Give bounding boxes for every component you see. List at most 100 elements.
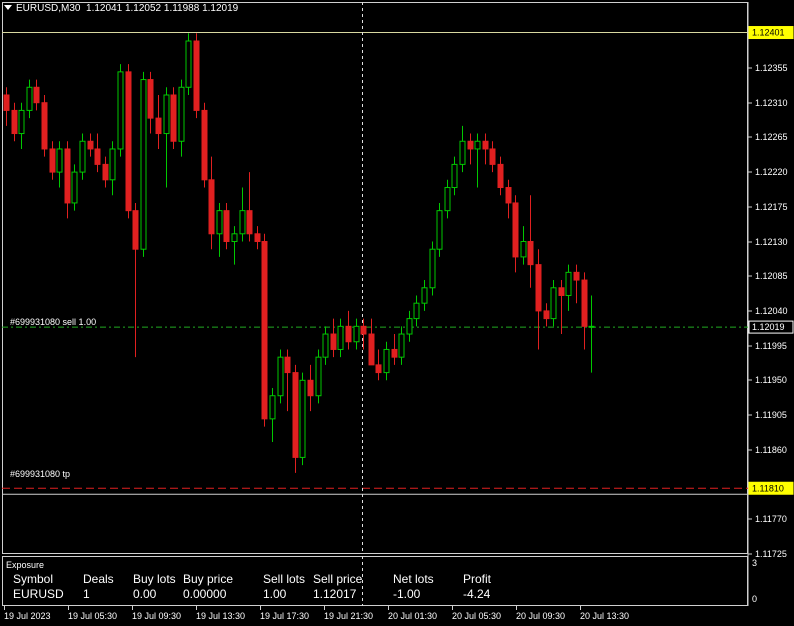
candle-body[interactable] [178, 86, 185, 142]
candle-body[interactable] [467, 140, 474, 150]
candle-body[interactable] [474, 140, 481, 150]
candle-body[interactable] [33, 86, 40, 104]
candle-body[interactable] [71, 171, 78, 204]
header-net-lots: Net lots [393, 572, 434, 586]
candle-body[interactable] [345, 325, 352, 343]
candle-body[interactable] [79, 140, 86, 173]
candle-body[interactable] [436, 210, 443, 250]
candle-body[interactable] [56, 148, 63, 173]
time-tick-label: 19 Jul 17:30 [260, 611, 309, 621]
candle-body[interactable] [391, 348, 398, 358]
candle-body[interactable] [147, 79, 154, 119]
candle-body[interactable] [505, 187, 512, 204]
candle-body[interactable] [3, 94, 10, 111]
candle-body[interactable] [284, 356, 291, 374]
candle-body[interactable] [444, 187, 451, 212]
candle-body[interactable] [558, 287, 565, 296]
candle-body[interactable] [231, 233, 238, 243]
candle-body[interactable] [520, 241, 527, 258]
time-tick-label: 19 Jul 21:30 [324, 611, 373, 621]
candle-body[interactable] [155, 117, 162, 135]
candle-body[interactable] [246, 210, 253, 235]
candle-body[interactable] [193, 40, 200, 111]
candle-body[interactable] [163, 94, 170, 135]
chart-menu-icon[interactable] [4, 5, 12, 10]
candle-body[interactable] [26, 86, 33, 111]
candle-body[interactable] [406, 318, 413, 335]
candle-body[interactable] [64, 148, 71, 204]
price-tick-label: 1.12085 [755, 271, 788, 281]
tp-order-label: #699931080 tp [10, 469, 71, 479]
candle-body[interactable] [208, 179, 215, 235]
candle-body[interactable] [375, 364, 382, 374]
candle-body[interactable] [117, 71, 124, 150]
price-tick-label: 1.11950 [755, 375, 787, 385]
candle-body[interactable] [429, 248, 436, 289]
price-tick-label: 1.11725 [755, 549, 787, 559]
cell-symbol: EURUSD [13, 587, 64, 601]
candle-body[interactable] [535, 264, 542, 312]
time-tick-label: 20 Jul 09:30 [516, 611, 565, 621]
candle-body[interactable] [588, 325, 595, 328]
candle-body[interactable] [277, 356, 284, 397]
chart-frame [2, 2, 748, 554]
price-tick-label: 1.11770 [755, 514, 787, 524]
candle-body[interactable] [254, 233, 261, 243]
candle-body[interactable] [383, 348, 390, 374]
candle-body[interactable] [581, 279, 588, 327]
candle-body[interactable] [140, 79, 147, 250]
candle-body[interactable] [451, 163, 458, 189]
candle-body[interactable] [307, 379, 314, 397]
candle-body[interactable] [170, 94, 177, 142]
candle-body[interactable] [527, 241, 534, 266]
candle-body[interactable] [201, 109, 208, 181]
candle-body[interactable] [550, 287, 557, 320]
candle-body[interactable] [421, 287, 428, 304]
candle-body[interactable] [512, 202, 519, 258]
price-tick-label: 1.11995 [755, 341, 787, 351]
candle-body[interactable] [459, 140, 466, 165]
candle-body[interactable] [94, 148, 101, 165]
price-tick-label: 1.12355 [755, 63, 788, 73]
candle-body[interactable] [49, 148, 56, 173]
candle-body[interactable] [102, 163, 109, 181]
candle-body[interactable] [330, 333, 337, 350]
candle-body[interactable] [573, 271, 580, 281]
candle-body[interactable] [360, 325, 367, 335]
candle-body[interactable] [543, 310, 550, 320]
candle-body[interactable] [125, 71, 132, 212]
candle-body[interactable] [413, 302, 420, 320]
candle-body[interactable] [185, 40, 192, 88]
candle-body[interactable] [565, 271, 572, 296]
price-tick-label: 1.11860 [755, 445, 787, 455]
candle-body[interactable] [223, 210, 230, 242]
candle-body[interactable] [482, 140, 489, 150]
candle-body[interactable] [315, 356, 322, 397]
candle-body[interactable] [132, 210, 139, 250]
time-tick-label: 19 Jul 05:30 [68, 611, 117, 621]
cell-buy-lots: 0.00 [133, 587, 157, 601]
candle-body[interactable] [109, 148, 116, 181]
candle-body[interactable] [337, 325, 344, 350]
candle-body[interactable] [261, 241, 268, 420]
candle-body[interactable] [292, 372, 299, 458]
price-tick-label: 1.12220 [755, 167, 788, 177]
top-price-badge: 1.12401 [752, 28, 785, 38]
candle-body[interactable] [368, 333, 375, 366]
candle-body[interactable] [398, 333, 405, 358]
candle-body[interactable] [489, 148, 496, 165]
price-chart[interactable]: 1.12355 1.12310 1.12265 1.12220 1.12175 1.121… [0, 0, 794, 626]
candle-body[interactable] [353, 325, 360, 343]
candle-body[interactable] [322, 333, 329, 358]
candle-body[interactable] [497, 163, 504, 189]
candle-body[interactable] [216, 210, 223, 235]
candle-body[interactable] [41, 102, 48, 150]
cell-sell-lots: 1.00 [263, 587, 287, 601]
candle-body[interactable] [18, 109, 25, 135]
candle-body[interactable] [11, 109, 18, 135]
candle-body[interactable] [239, 210, 246, 235]
candle-body[interactable] [299, 379, 306, 458]
time-tick-label: 19 Jul 2023 [4, 611, 51, 621]
candle-body[interactable] [269, 395, 276, 420]
candle-body[interactable] [87, 140, 94, 150]
